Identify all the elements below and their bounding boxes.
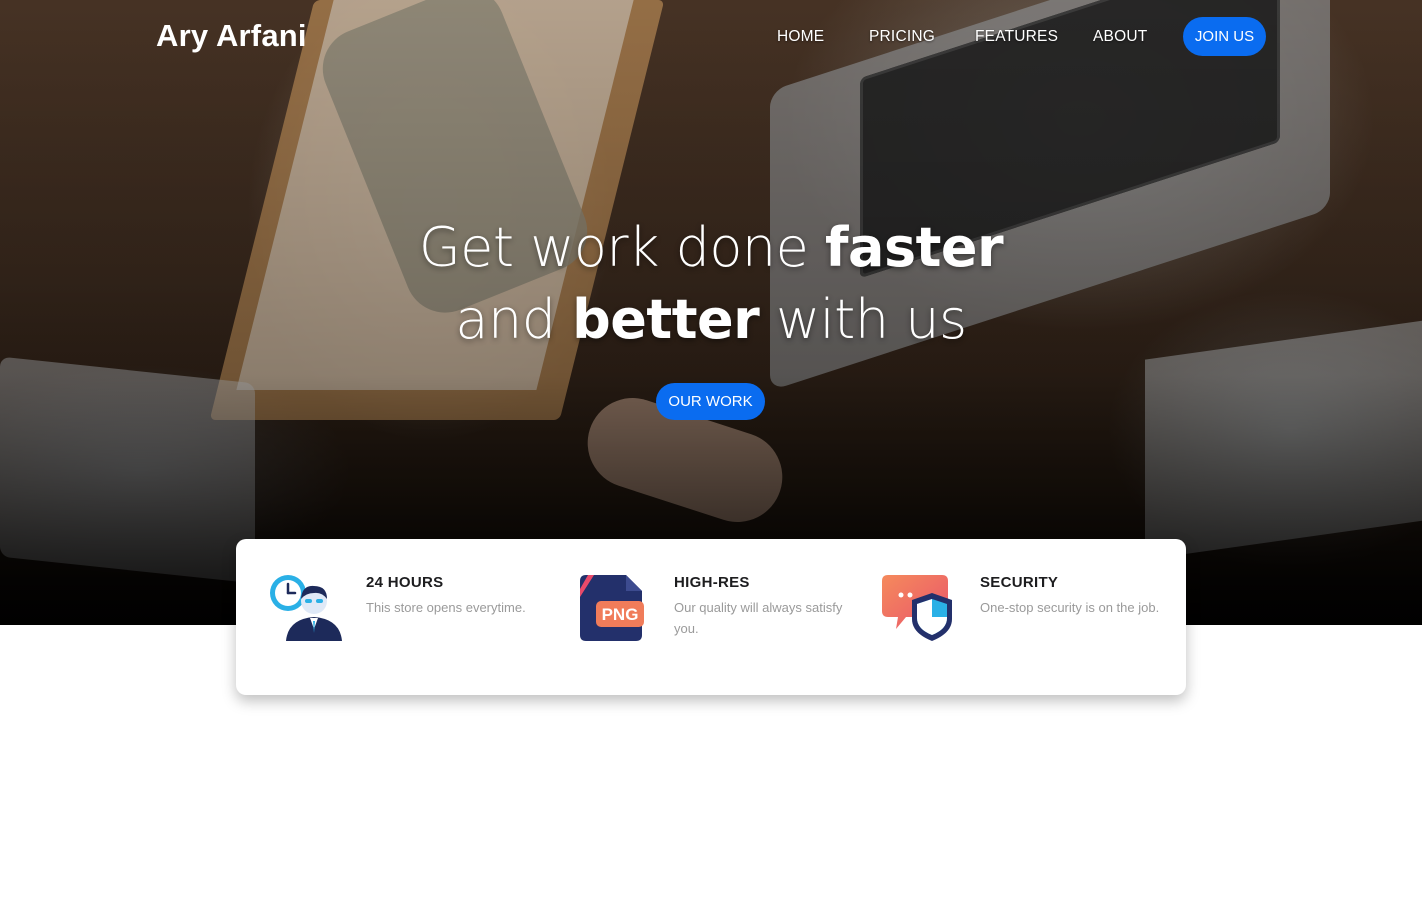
feature-description: One-stop security is on the job.	[980, 600, 1160, 615]
hero-section: Ary Arfani HOME PRICING FEATURES ABOUT J…	[0, 0, 1422, 625]
nav-link-pricing[interactable]: PRICING	[869, 28, 935, 46]
headline-line-1: Get work done faster	[0, 212, 1422, 284]
feature-title: 24 HOURS	[366, 574, 444, 591]
nav-link-about[interactable]: ABOUT	[1093, 28, 1147, 46]
png-badge-text: PNG	[602, 605, 639, 624]
headline-line-2-bold: better	[572, 288, 760, 351]
shield-chat-icon	[882, 575, 952, 641]
our-work-button[interactable]: OUR WORK	[656, 383, 765, 420]
feature-description: Our quality will always satisfy you.	[674, 600, 843, 636]
headline-line-2-light-a: and	[455, 288, 573, 351]
clock-person-icon	[270, 575, 342, 641]
join-us-button[interactable]: JOIN US	[1183, 17, 1266, 56]
feature-item-24-hours: 24 HOURS This store opens everytime.	[268, 569, 568, 669]
feature-item-high-res: PNG HIGH-RES Our quality will always sat…	[576, 569, 876, 669]
hero-headline: Get work done faster and better with us	[0, 212, 1422, 356]
feature-title: SECURITY	[980, 574, 1059, 591]
headline-line-1-light: Get work done	[418, 216, 826, 279]
nav-link-features[interactable]: FEATURES	[975, 28, 1058, 46]
headline-line-1-bold: faster	[825, 216, 1004, 279]
headline-line-2-light-b: with us	[759, 288, 967, 351]
png-file-icon: PNG	[580, 575, 644, 641]
nav-link-home[interactable]: HOME	[777, 28, 824, 46]
feature-title: HIGH-RES	[674, 574, 750, 591]
feature-item-security: SECURITY One-stop security is on the job…	[882, 569, 1182, 669]
features-card: 24 HOURS This store opens everytime. PNG…	[236, 539, 1186, 695]
headline-line-2: and better with us	[0, 284, 1422, 356]
top-navigation: Ary Arfani HOME PRICING FEATURES ABOUT J…	[0, 0, 1422, 75]
brand-logo[interactable]: Ary Arfani	[156, 18, 307, 54]
feature-description: This store opens everytime.	[366, 600, 526, 615]
